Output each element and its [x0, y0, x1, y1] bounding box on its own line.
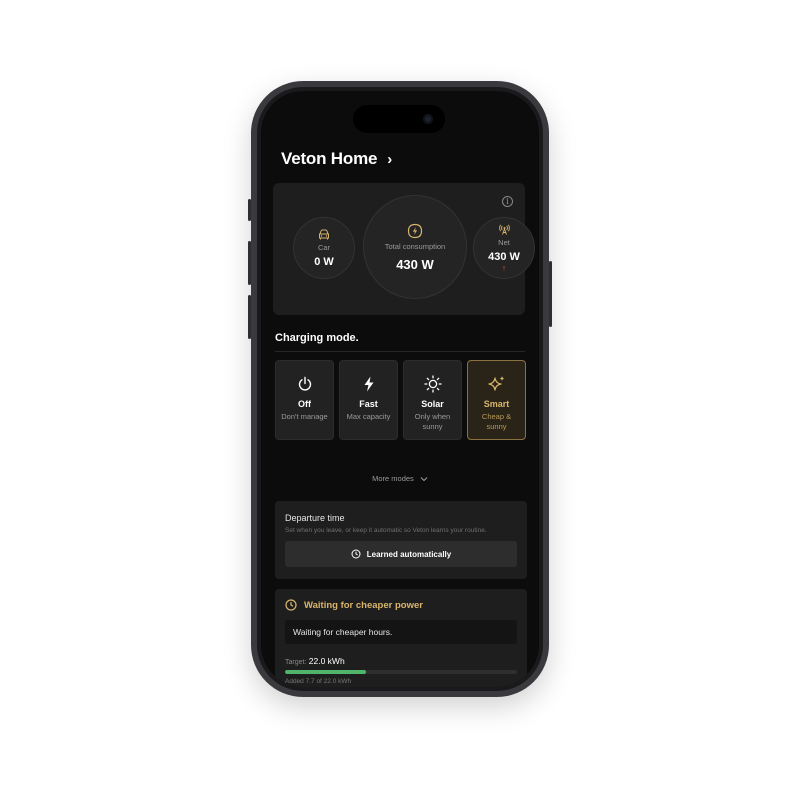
charging-mode-selector: Off Don't manage Fast Max capacity Solar…	[275, 360, 526, 440]
more-modes-label: More modes	[372, 474, 414, 483]
mode-fast-label: Fast	[359, 399, 378, 409]
mode-solar-label: Solar	[421, 399, 444, 409]
mode-smart-label: Smart	[483, 399, 510, 409]
charge-progress-bar	[285, 670, 517, 674]
mode-solar-sub: Only when sunny	[414, 412, 451, 431]
volume-up-button	[248, 241, 251, 285]
chevron-right-icon: ›	[387, 150, 393, 168]
mode-solar-button[interactable]: Solar Only when sunny	[403, 360, 462, 440]
status-title: Waiting for cheaper power	[304, 599, 423, 611]
mode-fast-sub: Max capacity	[346, 412, 391, 421]
bolt-leaf-icon	[407, 223, 423, 238]
mode-off-button[interactable]: Off Don't manage	[275, 360, 334, 440]
power-button	[549, 261, 552, 327]
mode-smart-sub: Cheap & sunny	[481, 412, 512, 431]
car-value: 0 W	[314, 255, 334, 268]
car-icon	[319, 229, 329, 239]
departure-time-card: Departure time Set when you leave, or ke…	[275, 501, 527, 579]
total-consumption-circle: Total consumption 430 W	[363, 195, 467, 299]
mode-smart-button[interactable]: Smart Cheap & sunny	[467, 360, 526, 440]
target-row: Target: 22.0 kWh	[285, 656, 517, 666]
sparkles-icon	[487, 376, 504, 391]
clock-icon	[351, 549, 361, 559]
car-label: Car	[317, 242, 331, 252]
screen: Veton Home › i Car 0 W Total consumption…	[261, 91, 539, 687]
info-icon[interactable]: i	[502, 196, 513, 207]
mode-fast-button[interactable]: Fast Max capacity	[339, 360, 398, 440]
home-title-link[interactable]: Veton Home ›	[281, 149, 392, 169]
more-modes-button[interactable]: More modes	[261, 474, 539, 483]
energy-overview-card: i Car 0 W Total consumption 430 W Net 43…	[273, 183, 535, 315]
arrow-up-icon: ↑	[501, 262, 507, 273]
charge-progress-fill	[285, 670, 367, 674]
net-label: Net	[498, 237, 510, 247]
total-consumption-value: 430 W	[396, 256, 434, 272]
mute-switch	[248, 199, 251, 221]
status-message: Waiting for cheaper hours.	[285, 620, 517, 644]
volume-down-button	[248, 295, 251, 339]
learned-automatically-button[interactable]: Learned automatically	[285, 541, 517, 567]
added-energy-text: Added 7.7 of 22.0 kWh	[285, 678, 352, 685]
page-title: Veton Home	[281, 149, 378, 168]
charging-status-card: Waiting for cheaper power Waiting for ch…	[275, 589, 527, 687]
learned-automatically-label: Learned automatically	[366, 549, 452, 559]
phone-bezel: Veton Home › i Car 0 W Total consumption…	[257, 87, 543, 691]
net-value: 430 W	[488, 250, 520, 263]
car-power-circle: Car 0 W	[293, 217, 355, 279]
power-icon	[298, 376, 311, 391]
charging-mode-title: Charging mode.	[275, 332, 359, 344]
target-label: Target:	[285, 659, 307, 666]
sun-icon	[423, 375, 442, 393]
departure-title: Departure time	[285, 513, 345, 523]
app-content: Veton Home › i Car 0 W Total consumption…	[261, 91, 539, 687]
departure-subtitle: Set when you leave, or keep it automatic…	[285, 527, 487, 534]
phone-frame: Veton Home › i Car 0 W Total consumption…	[248, 81, 552, 697]
net-power-circle: Net 430 W ↑	[473, 217, 535, 279]
mode-off-sub: Don't manage	[281, 412, 328, 421]
target-value: 22.0 kWh	[308, 656, 345, 666]
total-consumption-label: Total consumption	[384, 241, 446, 251]
mode-off-label: Off	[298, 399, 311, 409]
clock-icon	[285, 599, 297, 611]
bolt-icon	[364, 376, 373, 392]
chevron-down-icon	[420, 477, 428, 482]
section-divider	[275, 351, 525, 352]
antenna-icon	[498, 224, 510, 235]
